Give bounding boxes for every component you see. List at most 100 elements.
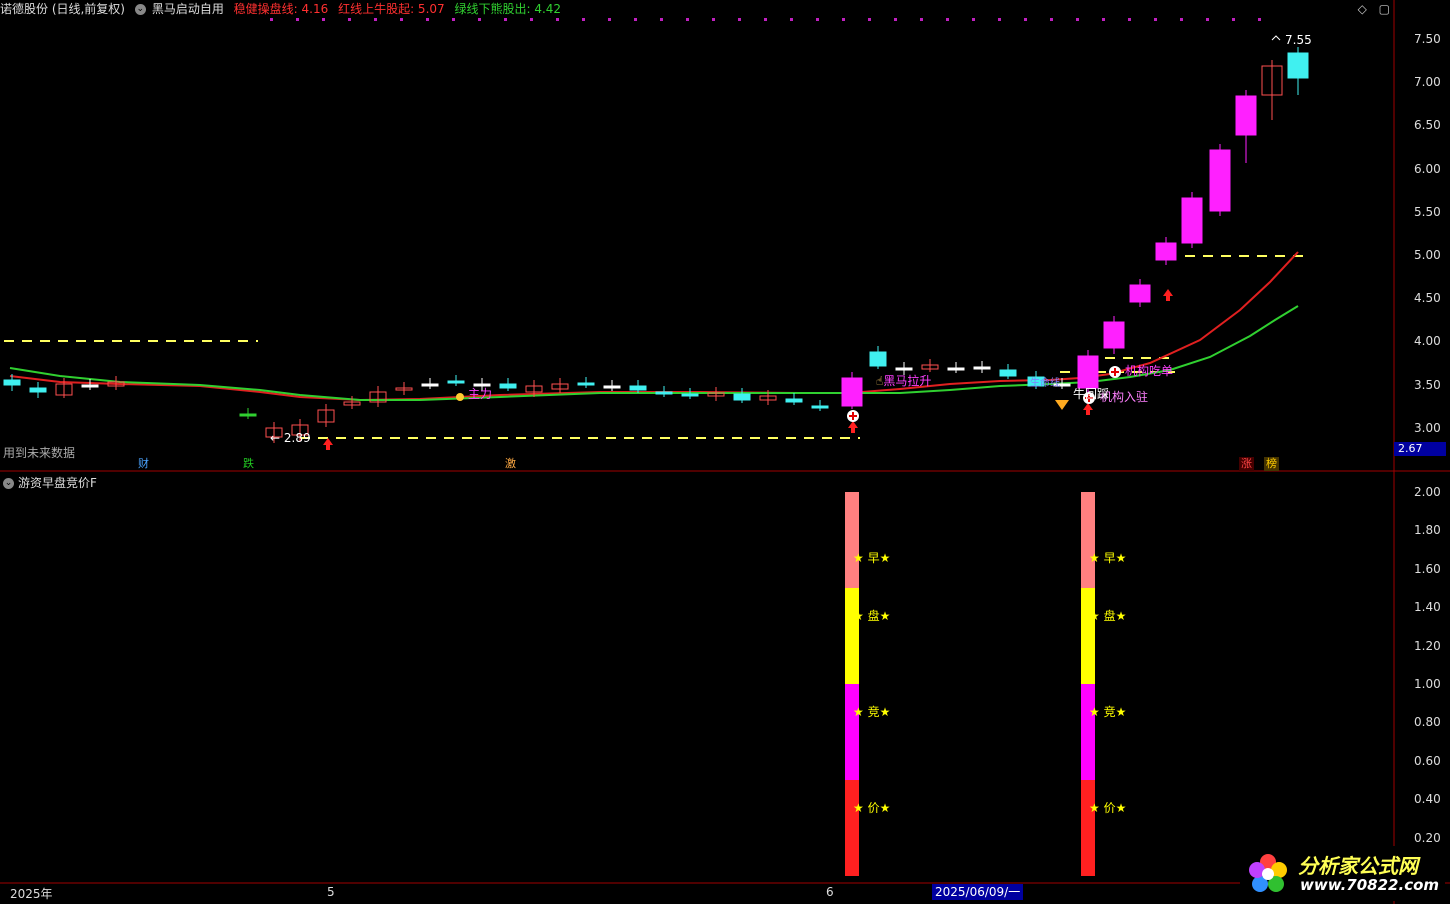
diamond-signal-icon (1055, 400, 1069, 410)
indicator-bar-segment (1081, 492, 1095, 588)
candle-body (1287, 52, 1309, 79)
top-dot (712, 18, 715, 21)
sub-axis-label: 2.00 (1414, 485, 1441, 499)
price-axis-label: 7.00 (1414, 75, 1441, 90)
current-price-tag: 2.67 (1394, 442, 1446, 456)
top-dot (530, 18, 533, 21)
sub-axis-label: 0.80 (1414, 715, 1441, 730)
cursor-date-tag: 2025/06/09/一 (932, 884, 1024, 900)
candle-body (1129, 284, 1151, 303)
niu-hui-label: 牛回踩 (1073, 387, 1110, 401)
candles-group (3, 47, 1309, 443)
sub-axis-label: 1.20 (1414, 638, 1441, 653)
candle-body (681, 393, 699, 397)
candle-body (841, 377, 863, 407)
sub-axis-label: 1.60 (1414, 561, 1441, 576)
jigou-chibi-label: 机构吃单 (1125, 364, 1174, 378)
candle-body (603, 385, 621, 389)
flower-logo-icon (1249, 854, 1287, 892)
top-dot (894, 18, 897, 21)
top-dots (270, 18, 1261, 21)
bar1-label-jia: ★ 价★ (853, 801, 891, 815)
marker-die: 跌 (243, 457, 254, 470)
bar2-label-pan: ★ 盘★ (1089, 609, 1127, 623)
top-dot (1024, 18, 1027, 21)
top-dot (1050, 18, 1053, 21)
marker-bang: 榜 (1264, 457, 1279, 471)
candle-body (869, 351, 887, 367)
sub-chart-title[interactable]: 游资早盘竞价F (18, 476, 97, 490)
heima-text: 黑马拉升 (883, 374, 932, 388)
candle-body (947, 367, 965, 371)
sub-axis-label: 0.20 (1414, 830, 1441, 845)
price-axis-label: 6.00 (1414, 161, 1441, 176)
price-axis-label: 4.00 (1414, 334, 1441, 349)
bar2-label-jing: ★ 竞★ (1089, 705, 1127, 719)
top-dot (296, 18, 299, 21)
top-dot (270, 18, 273, 21)
candle-body (499, 383, 517, 389)
candle-body (1077, 355, 1099, 389)
zhuli-label: 主力 (468, 387, 493, 401)
indicator-bar-segment (845, 780, 859, 876)
x-axis-year: 2025年 (10, 887, 53, 901)
candle-body (3, 379, 21, 386)
top-dot (478, 18, 481, 21)
candle-body (785, 398, 803, 403)
indicator-bar-segment (845, 492, 859, 588)
top-dot (816, 18, 819, 21)
top-dot (452, 18, 455, 21)
price-axis-label: 3.00 (1414, 420, 1441, 435)
price-axis-label: 5.50 (1414, 204, 1441, 219)
top-dot (1258, 18, 1261, 21)
sub-axis-label: 1.80 (1414, 523, 1441, 538)
top-dot (322, 18, 325, 21)
top-dot (972, 18, 975, 21)
marker-zhang: 涨 (1239, 457, 1254, 471)
top-dot (1180, 18, 1183, 21)
indicator-bar-segment (1081, 588, 1095, 684)
high-marker (1271, 35, 1281, 41)
top-dot (1154, 18, 1157, 21)
candle-body (811, 405, 829, 409)
heima-label: ☝黑马拉升 (876, 372, 931, 389)
top-dot (660, 18, 663, 21)
coin-icon (456, 393, 464, 401)
top-dot (1232, 18, 1235, 21)
sub-chart-header: ⌄ 游资早盘竞价F (3, 474, 97, 491)
sub-axis-label: 0.60 (1414, 753, 1441, 768)
top-dot (764, 18, 767, 21)
top-dot (1102, 18, 1105, 21)
top-dot (998, 18, 1001, 21)
future-data-note: 用到未来数据 (3, 446, 76, 460)
sub-indicator-toggle-icon[interactable]: ⌄ (3, 478, 14, 489)
top-dot (868, 18, 871, 21)
top-dot (842, 18, 845, 21)
top-dot (634, 18, 637, 21)
chart-canvas[interactable] (0, 0, 1450, 904)
price-axis-label: 4.50 (1414, 291, 1441, 306)
indicator-bar-segment (1081, 780, 1095, 876)
candle-body (655, 391, 673, 395)
x-axis-june: 6 (826, 885, 834, 899)
candle-body (1235, 95, 1257, 136)
price-axis-label: 7.50 (1414, 32, 1441, 46)
bar2-label-zao: ★ 早★ (1089, 551, 1127, 565)
candle-body (999, 369, 1017, 377)
top-dot (738, 18, 741, 21)
dibu-label: 生命线 (1030, 378, 1060, 389)
top-dot (374, 18, 377, 21)
top-dot (426, 18, 429, 21)
top-dot (608, 18, 611, 21)
top-dot (790, 18, 793, 21)
top-dot (1206, 18, 1209, 21)
logo-url: www.70822.com (1300, 876, 1440, 894)
candle-body (239, 413, 257, 417)
bar1-label-zao: ★ 早★ (853, 551, 891, 565)
top-dot (348, 18, 351, 21)
candle-body (421, 383, 439, 387)
top-dot (582, 18, 585, 21)
top-dot (920, 18, 923, 21)
top-dot (556, 18, 559, 21)
indicator-bar-segment (845, 684, 859, 780)
